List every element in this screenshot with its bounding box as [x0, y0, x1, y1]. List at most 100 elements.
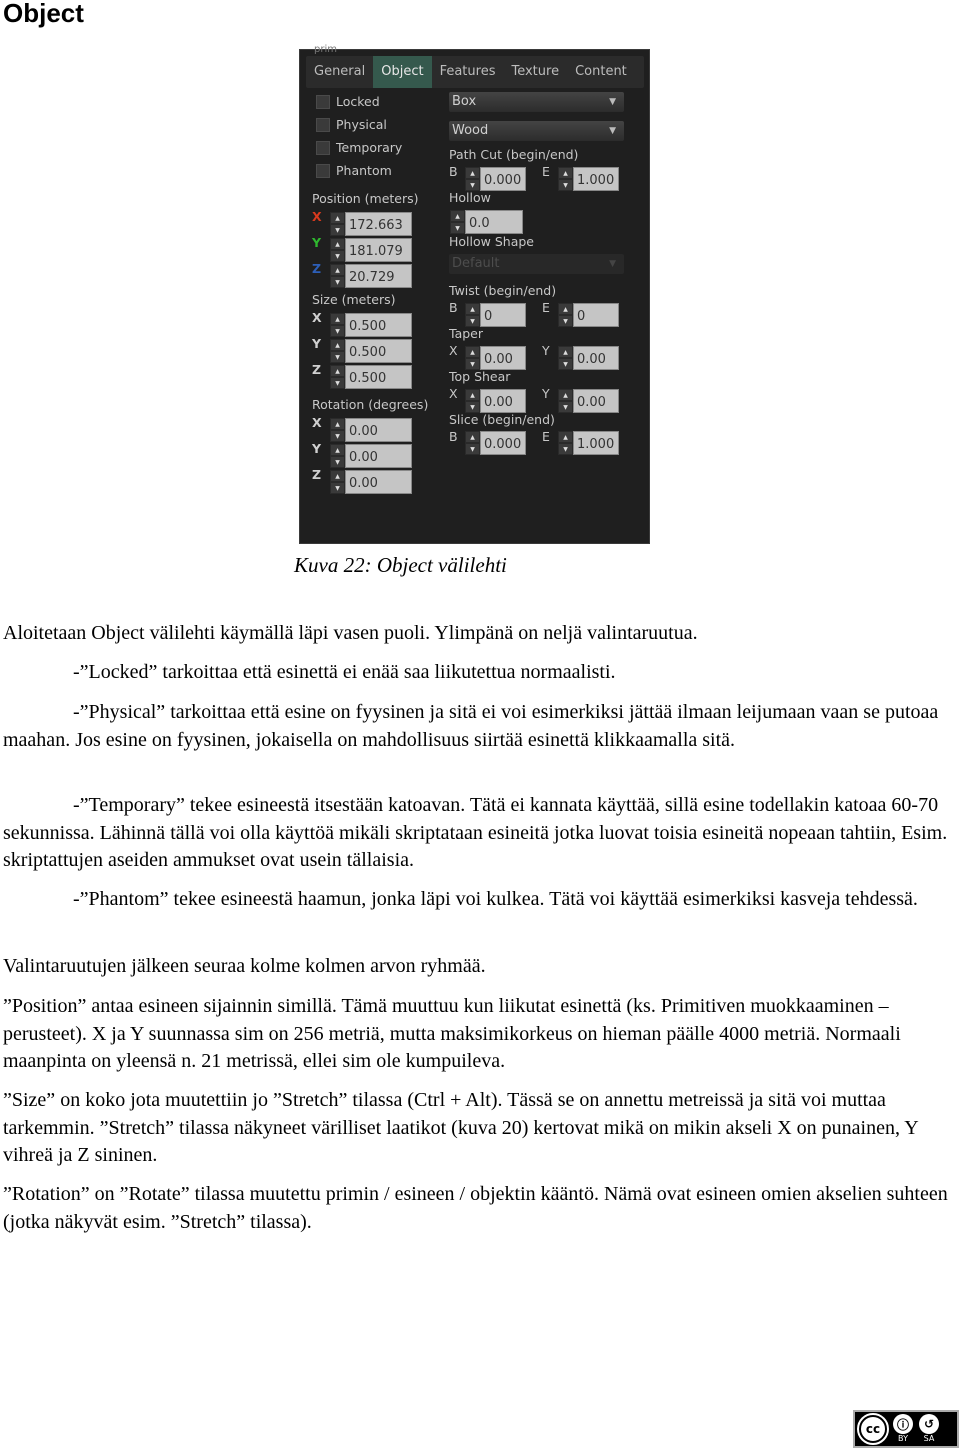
decrement-icon[interactable]: ▼: [558, 179, 573, 191]
increment-icon[interactable]: ▲: [330, 313, 345, 325]
tab-general[interactable]: General: [306, 56, 373, 88]
increment-icon[interactable]: ▲: [330, 339, 345, 351]
size-z-spinner[interactable]: ▲ ▼ 0.500: [330, 365, 412, 389]
decrement-icon[interactable]: ▼: [558, 401, 573, 413]
twist-begin-spinner[interactable]: ▲ ▼ 0: [465, 303, 526, 327]
increment-icon[interactable]: ▲: [330, 365, 345, 377]
increment-icon[interactable]: ▲: [558, 346, 573, 358]
increment-icon[interactable]: ▲: [465, 346, 480, 358]
size-z-field[interactable]: 0.500: [345, 365, 412, 389]
material-dropdown[interactable]: Wood ▼: [449, 121, 624, 141]
tab-texture[interactable]: Texture: [503, 56, 567, 88]
taper-y-field[interactable]: 0.00: [573, 346, 619, 370]
phantom-checkbox-row[interactable]: Phantom: [316, 163, 392, 178]
decrement-icon[interactable]: ▼: [465, 443, 480, 455]
slice-b-label: B: [449, 429, 458, 444]
rotation-z-field[interactable]: 0.00: [345, 470, 412, 494]
taper-x-spinner[interactable]: ▲ ▼ 0.00: [465, 346, 526, 370]
increment-icon[interactable]: ▲: [330, 470, 345, 482]
size-y-field[interactable]: 0.500: [345, 339, 412, 363]
physical-checkbox[interactable]: [316, 117, 330, 132]
cc-license-badge: cc ⓘ BY ↺ SA: [853, 1410, 959, 1448]
slice-end-spinner[interactable]: ▲ ▼ 1.000: [558, 431, 619, 455]
decrement-icon[interactable]: ▼: [330, 377, 345, 389]
path-cut-begin-field[interactable]: 0.000: [480, 167, 526, 191]
increment-icon[interactable]: ▲: [558, 389, 573, 401]
shape-value: Box: [452, 94, 477, 109]
decrement-icon[interactable]: ▼: [330, 224, 345, 236]
hollow-spinner[interactable]: ▲ ▼ 0.0: [450, 210, 523, 234]
physical-checkbox-row[interactable]: Physical: [316, 117, 387, 132]
increment-icon[interactable]: ▲: [330, 444, 345, 456]
path-cut-end-field[interactable]: 1.000: [573, 167, 619, 191]
increment-icon[interactable]: ▲: [465, 389, 480, 401]
decrement-icon[interactable]: ▼: [330, 430, 345, 442]
top-shear-label: Top Shear: [449, 369, 511, 384]
phantom-checkbox[interactable]: [316, 163, 330, 178]
position-y-field[interactable]: 181.079: [345, 238, 412, 262]
hollow-field[interactable]: 0.0: [465, 210, 523, 234]
position-y-spinner[interactable]: ▲ ▼ 181.079: [330, 238, 412, 262]
increment-icon[interactable]: ▲: [330, 238, 345, 250]
position-x-spinner[interactable]: ▲ ▼ 172.663: [330, 212, 412, 236]
position-z-field[interactable]: 20.729: [345, 264, 412, 288]
decrement-icon[interactable]: ▼: [330, 456, 345, 468]
increment-icon[interactable]: ▲: [330, 264, 345, 276]
shape-dropdown[interactable]: Box ▼: [449, 92, 624, 112]
tab-content[interactable]: Content: [567, 56, 635, 88]
twist-end-field[interactable]: 0: [573, 303, 619, 327]
position-z-spinner[interactable]: ▲ ▼ 20.729: [330, 264, 412, 288]
increment-icon[interactable]: ▲: [465, 167, 480, 179]
twist-begin-field[interactable]: 0: [480, 303, 526, 327]
slice-end-field[interactable]: 1.000: [573, 431, 619, 455]
top-shear-y-spinner[interactable]: ▲ ▼ 0.00: [558, 389, 619, 413]
decrement-icon[interactable]: ▼: [330, 325, 345, 337]
increment-icon[interactable]: ▲: [465, 303, 480, 315]
increment-icon[interactable]: ▲: [330, 212, 345, 224]
tab-object[interactable]: Object: [373, 56, 432, 88]
taper-x-label: X: [449, 343, 458, 358]
increment-icon[interactable]: ▲: [558, 303, 573, 315]
top-shear-x-field[interactable]: 0.00: [480, 389, 526, 413]
locked-checkbox-row[interactable]: Locked: [316, 94, 380, 109]
tab-features[interactable]: Features: [432, 56, 504, 88]
twist-end-spinner[interactable]: ▲ ▼ 0: [558, 303, 619, 327]
rotation-x-field[interactable]: 0.00: [345, 418, 412, 442]
taper-y-spinner[interactable]: ▲ ▼ 0.00: [558, 346, 619, 370]
slice-e-label: E: [542, 429, 550, 444]
path-cut-end-spinner[interactable]: ▲ ▼ 1.000: [558, 167, 619, 191]
temporary-checkbox-row[interactable]: Temporary: [316, 140, 402, 155]
size-x-field[interactable]: 0.500: [345, 313, 412, 337]
increment-icon[interactable]: ▲: [558, 167, 573, 179]
size-x-spinner[interactable]: ▲ ▼ 0.500: [330, 313, 412, 337]
size-label: Size (meters): [312, 292, 396, 307]
top-shear-x-spinner[interactable]: ▲ ▼ 0.00: [465, 389, 526, 413]
by-label: BY: [898, 1434, 908, 1443]
increment-icon[interactable]: ▲: [558, 431, 573, 443]
increment-icon[interactable]: ▲: [450, 210, 465, 222]
decrement-icon[interactable]: ▼: [450, 222, 465, 234]
locked-checkbox[interactable]: [316, 94, 330, 109]
slice-begin-spinner[interactable]: ▲ ▼ 0.000: [465, 431, 526, 455]
temporary-checkbox[interactable]: [316, 140, 330, 155]
rotation-y-spinner[interactable]: ▲ ▼ 0.00: [330, 444, 412, 468]
decrement-icon[interactable]: ▼: [330, 276, 345, 288]
slice-begin-field[interactable]: 0.000: [480, 431, 526, 455]
decrement-icon[interactable]: ▼: [330, 351, 345, 363]
decrement-icon[interactable]: ▼: [558, 443, 573, 455]
rotation-z-spinner[interactable]: ▲ ▼ 0.00: [330, 470, 412, 494]
rotation-x-spinner[interactable]: ▲ ▼ 0.00: [330, 418, 412, 442]
size-y-spinner[interactable]: ▲ ▼ 0.500: [330, 339, 412, 363]
increment-icon[interactable]: ▲: [330, 418, 345, 430]
decrement-icon[interactable]: ▼: [558, 315, 573, 327]
rotation-y-field[interactable]: 0.00: [345, 444, 412, 468]
decrement-icon[interactable]: ▼: [330, 482, 345, 494]
taper-x-field[interactable]: 0.00: [480, 346, 526, 370]
decrement-icon[interactable]: ▼: [558, 358, 573, 370]
position-x-field[interactable]: 172.663: [345, 212, 412, 236]
decrement-icon[interactable]: ▼: [330, 250, 345, 262]
top-shear-y-field[interactable]: 0.00: [573, 389, 619, 413]
increment-icon[interactable]: ▲: [465, 431, 480, 443]
rotation-z-axis-label: Z: [312, 467, 322, 482]
path-cut-begin-spinner[interactable]: ▲ ▼ 0.000: [465, 167, 526, 191]
